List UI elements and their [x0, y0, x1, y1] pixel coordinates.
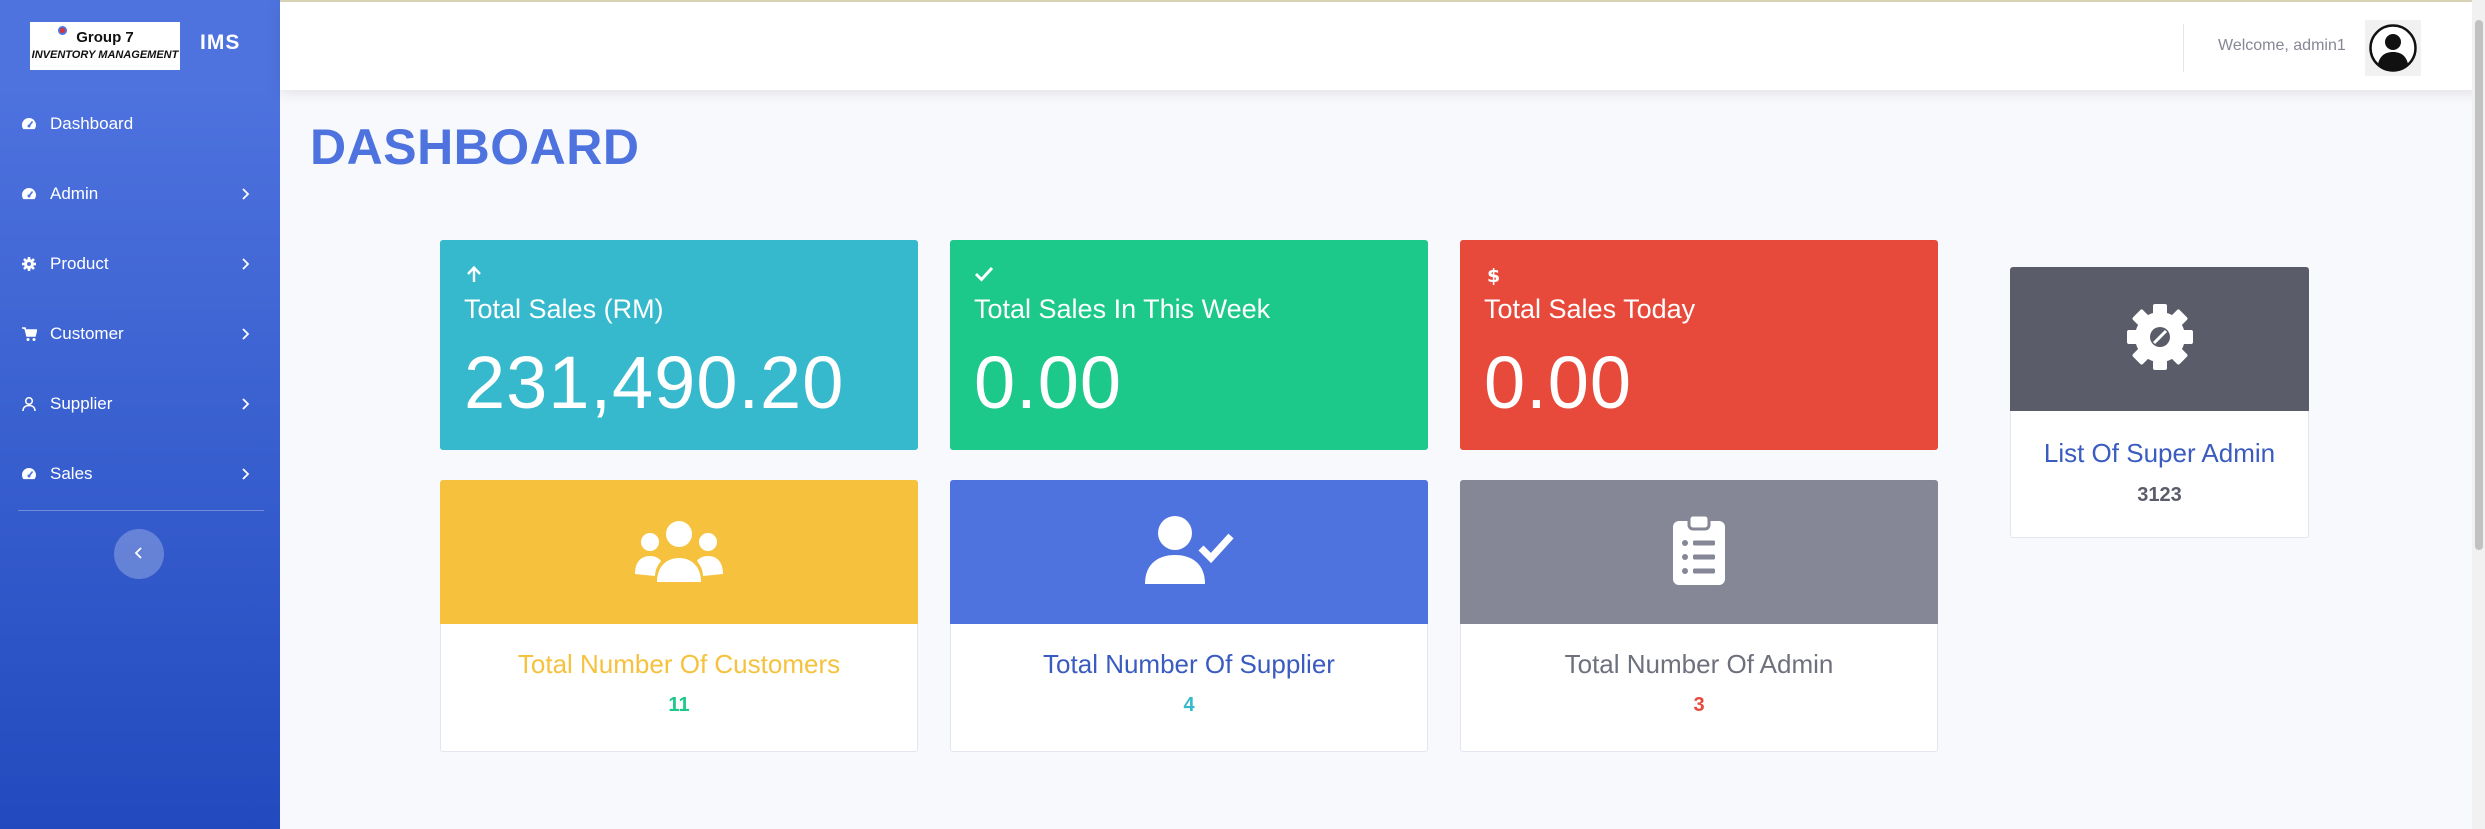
card-value: 4: [1183, 694, 1195, 716]
sidebar-item-label: Product: [50, 254, 109, 273]
stat-sales-week: Total Sales In This Week 0.00: [950, 240, 1428, 450]
tachometer-icon: [20, 115, 38, 133]
card-title: Total Number Of Admin: [1564, 649, 1834, 679]
avatar[interactable]: [2365, 20, 2421, 76]
sidebar-item-label: Supplier: [50, 394, 113, 413]
chevron-right-icon: [236, 184, 256, 204]
sidebar-item-label: Admin: [50, 184, 99, 203]
sidebar-divider: [18, 510, 264, 511]
app-name: IMS: [200, 31, 241, 54]
cart-icon: [20, 325, 38, 343]
sidebar-item-label: Dashboard: [50, 114, 134, 133]
stat-label: Total Sales (RM): [464, 294, 664, 324]
gear-icon: [2124, 301, 2196, 377]
sidebar-item-sales[interactable]: Sales: [0, 449, 280, 499]
card-title: List Of Super Admin: [2043, 438, 2276, 468]
tachometer-icon: [20, 465, 38, 483]
users-icon: [633, 516, 725, 588]
logo-subtitle: INVENTORY MANAGEMENT: [31, 49, 179, 61]
card-suppliers[interactable]: Total Number Of Supplier 4: [950, 480, 1428, 752]
card-value: 3: [1693, 694, 1705, 716]
chevron-right-icon: [236, 464, 256, 484]
sidebar-item-supplier[interactable]: Supplier: [0, 379, 280, 429]
stat-sales-today: $ Total Sales Today 0.00: [1460, 240, 1938, 450]
brand-logo: Group 7 INVENTORY MANAGEMENT: [30, 22, 180, 70]
sidebar-item-admin[interactable]: Admin: [0, 169, 280, 219]
card-header: [1460, 480, 1938, 624]
gear-icon: [20, 255, 38, 273]
sidebar-item-customer[interactable]: Customer: [0, 309, 280, 359]
dollar-icon: $: [1484, 264, 1504, 287]
topbar: Welcome, admin1: [280, 0, 2485, 90]
arrow-up-icon: [464, 264, 484, 284]
card-customers[interactable]: Total Number Of Customers 11: [440, 480, 918, 752]
chevron-right-icon: [236, 254, 256, 274]
stat-value: 0.00: [974, 341, 1123, 424]
logo-mark-icon: [58, 26, 67, 35]
sidebar-toggle-button[interactable]: [114, 529, 164, 579]
page-title: DASHBOARD: [310, 119, 640, 175]
card-title: Total Number Of Supplier: [1043, 649, 1335, 679]
user-check-icon: [1143, 514, 1235, 590]
stat-label: Total Sales In This Week: [974, 294, 1271, 324]
sidebar-item-label: Customer: [50, 324, 124, 343]
sidebar-item-dashboard[interactable]: Dashboard: [0, 99, 280, 149]
card-header: [950, 480, 1428, 624]
card-title: Total Number Of Customers: [517, 649, 841, 679]
chevron-right-icon: [236, 324, 256, 344]
sidebar-item-label: Sales: [50, 464, 93, 483]
card-header: [440, 480, 918, 624]
chevron-left-icon: [134, 545, 144, 564]
stat-value: 231,490.20: [464, 341, 845, 424]
check-icon: [974, 264, 994, 284]
scrollbar-thumb[interactable]: [2475, 20, 2483, 550]
stat-value: 0.00: [1484, 341, 1633, 424]
card-value: 11: [668, 694, 690, 716]
card-header: [2010, 267, 2309, 411]
logo-title: Group 7: [76, 29, 134, 46]
welcome-text[interactable]: Welcome, admin1: [2218, 37, 2346, 55]
tachometer-icon: [20, 185, 38, 203]
chevron-right-icon: [236, 394, 256, 414]
card-value: 3123: [2137, 484, 2182, 506]
card-admins[interactable]: Total Number Of Admin 3: [1460, 480, 1938, 752]
stat-total-sales: Total Sales (RM) 231,490.20: [440, 240, 918, 450]
sidebar: Group 7 INVENTORY MANAGEMENT IMS Dashboa…: [0, 0, 280, 829]
topbar-divider: [2183, 24, 2184, 72]
user-icon: [20, 395, 38, 413]
user-avatar-icon: [2369, 24, 2417, 72]
card-super-admin[interactable]: List Of Super Admin 3123: [2010, 267, 2309, 538]
sidebar-item-product[interactable]: Product: [0, 239, 280, 289]
svg-text:$: $: [1487, 265, 1500, 286]
brand[interactable]: Group 7 INVENTORY MANAGEMENT IMS: [0, 0, 280, 90]
stat-label: Total Sales Today: [1484, 294, 1696, 324]
clipboard-list-icon: [1671, 513, 1727, 591]
